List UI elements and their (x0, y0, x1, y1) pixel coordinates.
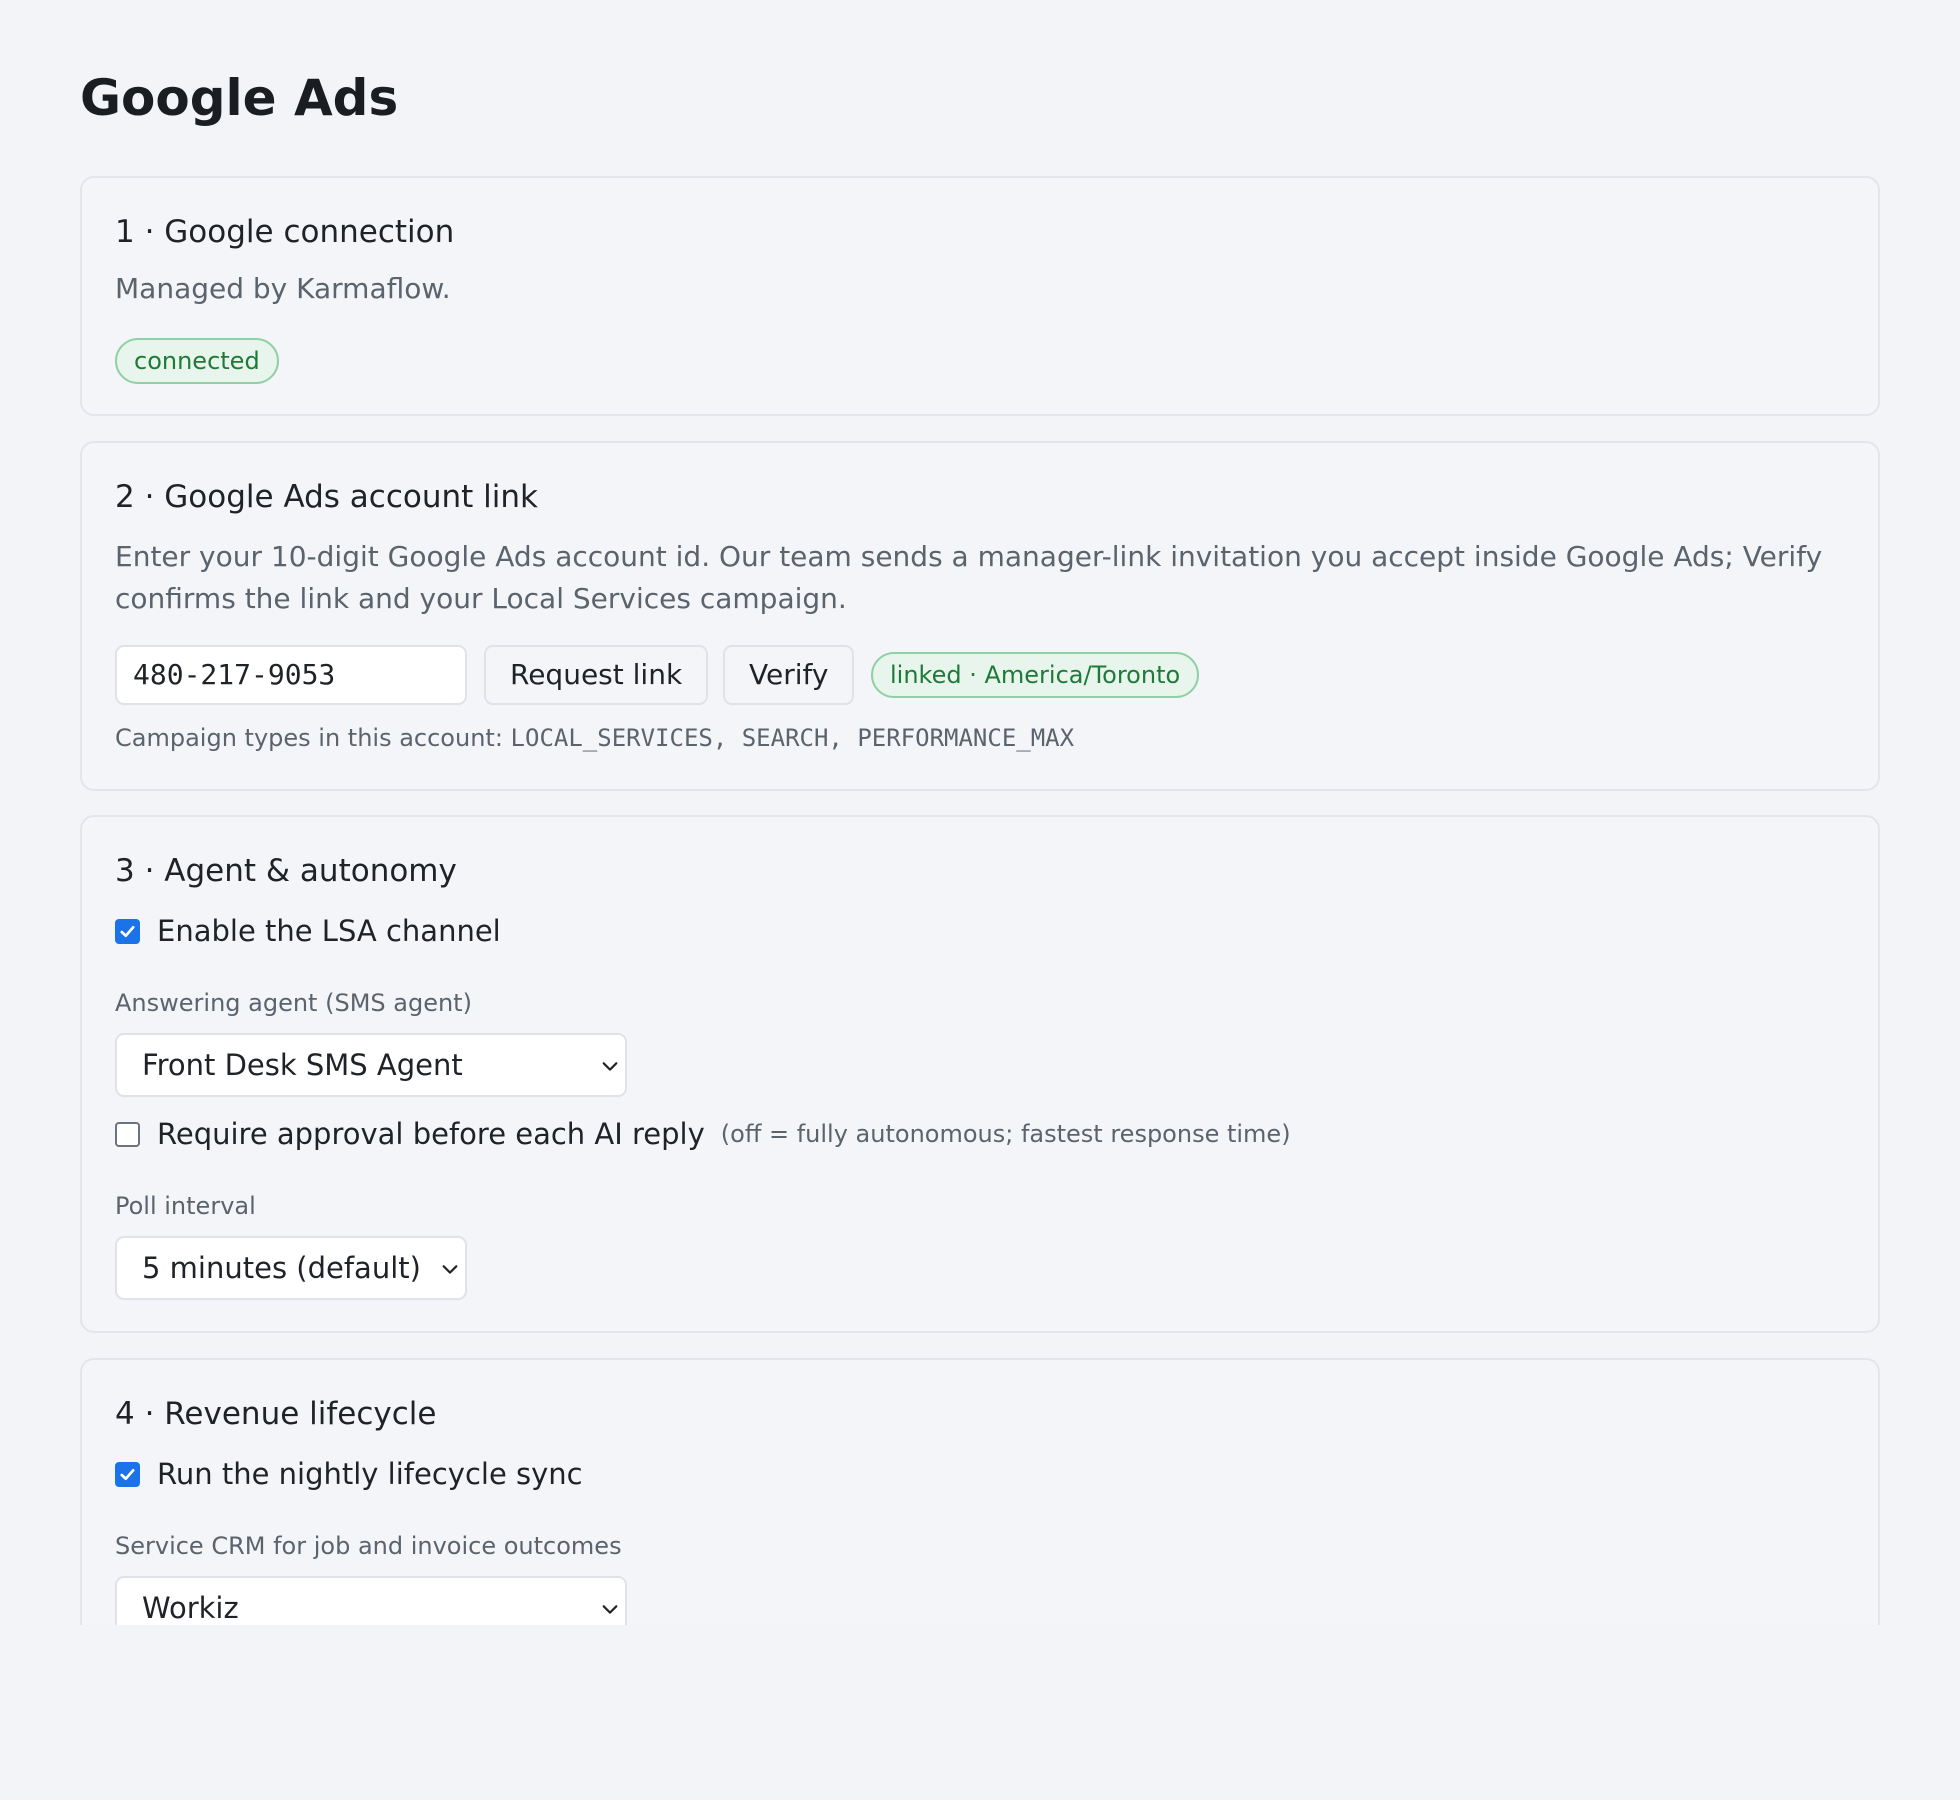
page-title: Google Ads (80, 69, 399, 127)
answering-agent-select[interactable]: Front Desk SMS Agent (115, 1033, 627, 1097)
section-title: 2 · Google Ads account link (115, 479, 538, 515)
viewport: Google Ads 1 · Google connection Managed… (0, 0, 1960, 1625)
section-description: Managed by Karmaflow. (115, 272, 451, 305)
enable-lsa-label: Enable the LSA channel (157, 914, 501, 948)
section-title: 3 · Agent & autonomy (115, 853, 457, 889)
nightly-sync-checkbox[interactable] (115, 1461, 140, 1487)
require-approval-checkbox[interactable] (115, 1121, 140, 1147)
campaign-types-value: LOCAL_SERVICES, SEARCH, PERFORMANCE_MAX (510, 724, 1075, 752)
poll-interval-select[interactable]: 5 minutes (default) (115, 1236, 467, 1300)
require-approval-row[interactable]: Require approval before each AI reply (o… (115, 1114, 1291, 1154)
campaign-types-label: Campaign types in this account: (115, 724, 503, 752)
request-link-button[interactable]: Request link (484, 645, 709, 705)
crm-select[interactable]: Workiz (115, 1576, 627, 1625)
enable-lsa-checkbox[interactable] (115, 918, 140, 944)
answering-agent-label: Answering agent (SMS agent) (115, 989, 472, 1017)
section-description: Enter your 10-digit Google Ads account i… (115, 540, 1823, 615)
account-id-input[interactable]: 480-217-9053 (115, 645, 467, 705)
campaign-types-line: Campaign types in this account: LOCAL_SE… (115, 722, 1074, 754)
nightly-sync-label: Run the nightly lifecycle sync (157, 1457, 583, 1491)
chevron-down-icon (602, 1605, 618, 1614)
crm-label: Service CRM for job and invoice outcomes (115, 1532, 622, 1560)
chevron-down-icon (602, 1062, 618, 1071)
section-title: 4 · Revenue lifecycle (115, 1396, 437, 1432)
connection-status-badge: connected (115, 338, 279, 384)
section-title: 1 · Google connection (115, 214, 455, 250)
google-connection-card: 1 · Google connection Managed by Karmafl… (80, 176, 1880, 416)
check-icon (120, 1468, 135, 1480)
revenue-lifecycle-card: 4 · Revenue lifecycle Run the nightly li… (80, 1358, 1880, 1625)
link-status-badge: linked · America/Toronto (871, 652, 1200, 698)
enable-lsa-row[interactable]: Enable the LSA channel (115, 911, 501, 951)
crm-value: Workiz (142, 1591, 239, 1625)
account-link-card: 2 · Google Ads account link Enter your 1… (80, 441, 1880, 791)
verify-button[interactable]: Verify (723, 645, 855, 705)
require-approval-label: Require approval before each AI reply (157, 1117, 705, 1151)
chevron-down-icon (442, 1265, 458, 1274)
agent-autonomy-card: 3 · Agent & autonomy Enable the LSA chan… (80, 815, 1880, 1333)
require-approval-hint: (off = fully autonomous; fastest respons… (720, 1120, 1291, 1148)
poll-interval-value: 5 minutes (default) (142, 1251, 421, 1285)
check-icon (120, 925, 135, 937)
poll-interval-label: Poll interval (115, 1192, 256, 1220)
nightly-sync-row[interactable]: Run the nightly lifecycle sync (115, 1454, 583, 1494)
answering-agent-value: Front Desk SMS Agent (142, 1048, 463, 1082)
